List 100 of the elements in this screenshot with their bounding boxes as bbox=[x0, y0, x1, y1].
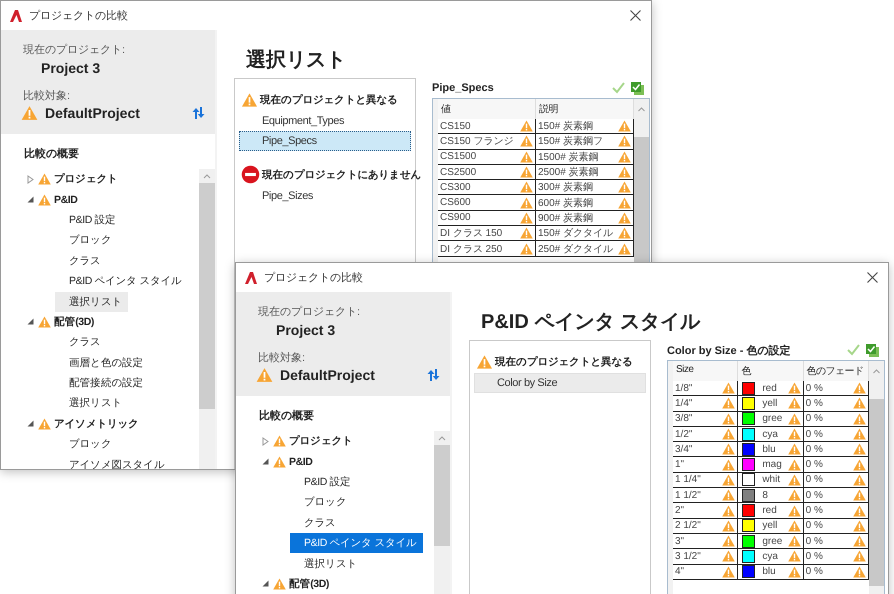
tree-item[interactable]: ブロック bbox=[290, 492, 352, 512]
current-project-name: Project 3 bbox=[40, 60, 102, 76]
tree-item[interactable]: P&ID 設定 bbox=[290, 472, 357, 492]
warning-icon bbox=[273, 578, 286, 590]
table-cell-text: 0 % bbox=[806, 382, 824, 394]
table-cell-text: blu bbox=[762, 444, 777, 455]
column-header[interactable]: 色 bbox=[738, 361, 804, 381]
table-cell-text: 250# ダクタイル bbox=[538, 242, 614, 256]
table-cell-text: red bbox=[762, 505, 778, 516]
warning-icon bbox=[852, 382, 866, 394]
summary-title: 比較の概要 bbox=[258, 408, 315, 424]
check-icon[interactable] bbox=[612, 82, 625, 94]
table-cell-text: 0 % bbox=[806, 490, 824, 501]
app-logo-icon bbox=[244, 270, 258, 284]
warning-icon bbox=[852, 520, 866, 532]
table-cell-text: 1 1/2" bbox=[675, 490, 702, 501]
warning-icon bbox=[722, 520, 736, 532]
collapse-arrow-icon[interactable] bbox=[261, 457, 270, 466]
list-item[interactable]: Color by Size bbox=[474, 373, 646, 393]
swap-icon[interactable] bbox=[426, 368, 440, 382]
warning-icon bbox=[722, 458, 736, 471]
tree-item[interactable]: 画層と色の設定 bbox=[55, 352, 150, 373]
warning-icon bbox=[788, 566, 801, 578]
tree-item[interactable]: アイソメトリック bbox=[54, 416, 139, 431]
warning-icon bbox=[722, 504, 736, 517]
table-cell-text: gree bbox=[762, 413, 784, 424]
collapse-arrow-icon[interactable] bbox=[26, 195, 35, 204]
tree-item[interactable]: アイソメ図スタイル bbox=[55, 454, 170, 469]
warning-icon bbox=[852, 504, 866, 517]
warning-icon bbox=[476, 354, 492, 370]
accept-all-icon[interactable] bbox=[866, 344, 879, 356]
warning-icon bbox=[722, 412, 736, 425]
warning-icon bbox=[273, 435, 286, 448]
collapse-arrow-icon[interactable] bbox=[261, 579, 270, 588]
table-cell-text: 4" bbox=[675, 566, 686, 578]
tree-item[interactable]: 配管接続の設定 bbox=[55, 373, 150, 394]
warning-icon bbox=[788, 397, 801, 410]
table-cell-text: 1" bbox=[675, 459, 686, 470]
table-cell-text: 3 1/2" bbox=[675, 550, 702, 562]
warning-icon bbox=[788, 535, 801, 548]
scrollbar[interactable] bbox=[434, 431, 450, 594]
collapse-arrow-icon[interactable] bbox=[26, 317, 35, 326]
tree-item[interactable]: P&ID bbox=[54, 194, 78, 206]
warning-icon bbox=[520, 135, 533, 148]
warning-icon bbox=[722, 382, 736, 394]
table-cell-text: CS2500 bbox=[440, 166, 478, 178]
expand-arrow-icon[interactable] bbox=[261, 436, 270, 446]
warning-icon bbox=[722, 566, 736, 578]
tree-item[interactable]: プロジェクト bbox=[54, 172, 118, 186]
list-item[interactable]: Equipment_Types bbox=[239, 111, 411, 131]
warning-icon bbox=[38, 418, 51, 430]
table-cell-text: whit bbox=[762, 474, 782, 486]
warning-icon bbox=[852, 397, 866, 410]
warning-icon bbox=[618, 227, 631, 240]
swap-icon[interactable] bbox=[191, 106, 205, 120]
tree-item[interactable]: P&ID bbox=[289, 456, 312, 468]
compare-project-name: DefaultProject bbox=[45, 105, 141, 121]
table-cell-text: 8 bbox=[762, 490, 769, 501]
tree-item[interactable]: P&ID ペインタ スタイル bbox=[290, 533, 423, 554]
warning-icon bbox=[788, 550, 801, 562]
close-icon[interactable] bbox=[630, 10, 641, 21]
tree-item[interactable]: 選択リスト bbox=[290, 554, 364, 574]
table-cell-text: gree bbox=[762, 536, 784, 547]
tree-item[interactable]: クラス bbox=[290, 512, 342, 533]
tree-item[interactable]: 選択リスト bbox=[55, 393, 128, 414]
warning-icon bbox=[788, 474, 801, 486]
scrollbar[interactable] bbox=[869, 361, 884, 594]
tree-item[interactable]: プロジェクト bbox=[289, 434, 353, 448]
collapse-arrow-icon[interactable] bbox=[26, 419, 35, 428]
warning-icon bbox=[520, 166, 533, 178]
tree-item[interactable]: P&ID ペインタ スタイル bbox=[55, 271, 188, 292]
warning-icon bbox=[722, 474, 736, 486]
tree-item[interactable]: ブロック bbox=[55, 230, 118, 250]
accept-all-icon[interactable] bbox=[631, 82, 644, 94]
tree-item[interactable]: P&ID 設定 bbox=[55, 210, 122, 230]
scrollbar[interactable] bbox=[199, 169, 215, 469]
tree-item[interactable]: クラス bbox=[55, 250, 107, 271]
group-heading: 現在のプロジェクトと異なる bbox=[260, 93, 398, 107]
list-item[interactable]: Pipe_Sizes bbox=[239, 186, 411, 206]
close-icon[interactable] bbox=[867, 272, 878, 283]
warning-icon bbox=[618, 150, 631, 163]
group-heading: 現在のプロジェクトと異なる bbox=[495, 355, 633, 369]
tree-item[interactable]: 配管(3D) bbox=[289, 576, 330, 591]
tree-item[interactable]: 配管(3D) bbox=[54, 314, 94, 329]
table-cell-text: mag bbox=[762, 459, 783, 470]
column-header[interactable]: 値 bbox=[438, 99, 536, 119]
expand-arrow-icon[interactable] bbox=[26, 174, 35, 184]
warning-icon bbox=[21, 106, 38, 120]
warning-icon bbox=[722, 428, 736, 440]
column-header[interactable]: Size bbox=[673, 361, 738, 381]
tree-item[interactable]: クラス bbox=[55, 332, 107, 352]
window-title: プロジェクトの比較 bbox=[29, 8, 129, 23]
tree-item[interactable]: ブロック bbox=[55, 434, 118, 454]
warning-icon bbox=[722, 443, 736, 456]
check-icon[interactable] bbox=[847, 344, 860, 356]
window-title: プロジェクトの比較 bbox=[264, 270, 364, 285]
warning-icon bbox=[618, 196, 631, 209]
warning-icon bbox=[852, 443, 866, 456]
table-cell-text: 2 1/2" bbox=[675, 520, 702, 532]
warning-icon bbox=[618, 181, 631, 194]
